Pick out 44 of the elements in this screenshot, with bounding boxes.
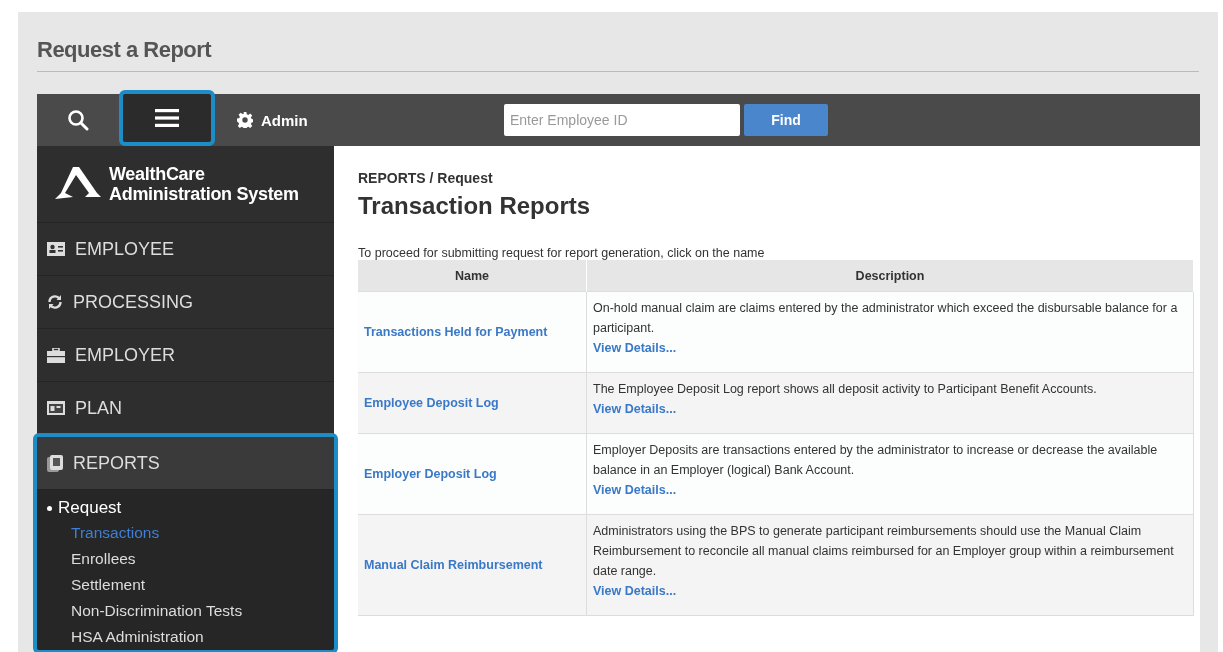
breadcrumb: REPORTS / Request [358, 170, 494, 186]
calendar-icon [47, 401, 65, 415]
sidebar-item[interactable]: EMPLOYEE [37, 223, 334, 276]
submenu-item[interactable]: Transactions [47, 520, 160, 546]
id-card-icon [47, 242, 65, 256]
gear-icon [237, 112, 253, 128]
search-icon [67, 109, 89, 131]
employee-id-field[interactable]: Enter Employee ID [504, 104, 740, 136]
description-text: Employer Deposits are transactions entered by the administrator to increase or decrease the available balance in an Employer (logical) Bank Account. [593, 442, 1159, 479]
admin-button[interactable]: Admin [215, 110, 314, 130]
page-title: Request a Report [37, 12, 1199, 72]
instruction-text: To proceed for submitting request for report generation, click on the name [358, 246, 766, 260]
logo-icon [55, 167, 101, 201]
logo-text: Administration System [109, 184, 299, 204]
briefcase-icon [47, 347, 65, 363]
view-details-link[interactable]: View Details... [593, 483, 677, 497]
report-link[interactable]: Employer Deposit Log [364, 467, 497, 481]
submenu-item[interactable]: Enrollees [47, 546, 136, 572]
view-details-link[interactable]: View Details... [593, 584, 677, 598]
logo-text: WealthCare [109, 164, 206, 184]
description-text: Administrators using the BPS to generate participant reimbursements should use the Manual Claim Reimbursement to reconcile all manual claims reimbursed for an Employer group within a reimbursement date range. [593, 523, 1175, 580]
submenu-item[interactable]: Non-Discrimination Tests [47, 598, 243, 624]
document-icon [47, 454, 63, 472]
bullet-icon [47, 505, 52, 511]
find-button[interactable]: Find [744, 104, 828, 136]
sidebar-item[interactable]: PROCESSING [37, 276, 334, 329]
description-text: The Employee Deposit Log report shows all deposit activity to Participant Benefit Accounts. [593, 381, 1098, 398]
report-link[interactable]: Employee Deposit Log [364, 396, 499, 410]
submenu-item[interactable]: Settlement [47, 572, 146, 598]
view-details-link[interactable]: View Details... [593, 341, 677, 355]
menu-icon [155, 109, 179, 127]
submenu-heading[interactable]: Request [58, 498, 122, 518]
refresh-icon [47, 294, 63, 310]
page-heading: Transaction Reports [358, 192, 592, 220]
report-link[interactable]: Transactions Held for Payment [364, 325, 548, 339]
column-header: Name [358, 260, 587, 292]
column-header: Description [586, 260, 1194, 292]
sidebar-item[interactable]: EMPLOYER [37, 329, 334, 382]
description-text: On-hold manual claim are claims entered by the administrator which exceed the disbursable balance for a participant. [593, 300, 1179, 337]
sidebar-item[interactable]: REPORTS [37, 437, 334, 490]
menu-button[interactable] [119, 90, 215, 146]
report-link[interactable]: Manual Claim Reimbursement [364, 558, 543, 572]
view-details-link[interactable]: View Details... [593, 402, 677, 416]
submenu-item[interactable]: HSA Administration [47, 624, 204, 650]
